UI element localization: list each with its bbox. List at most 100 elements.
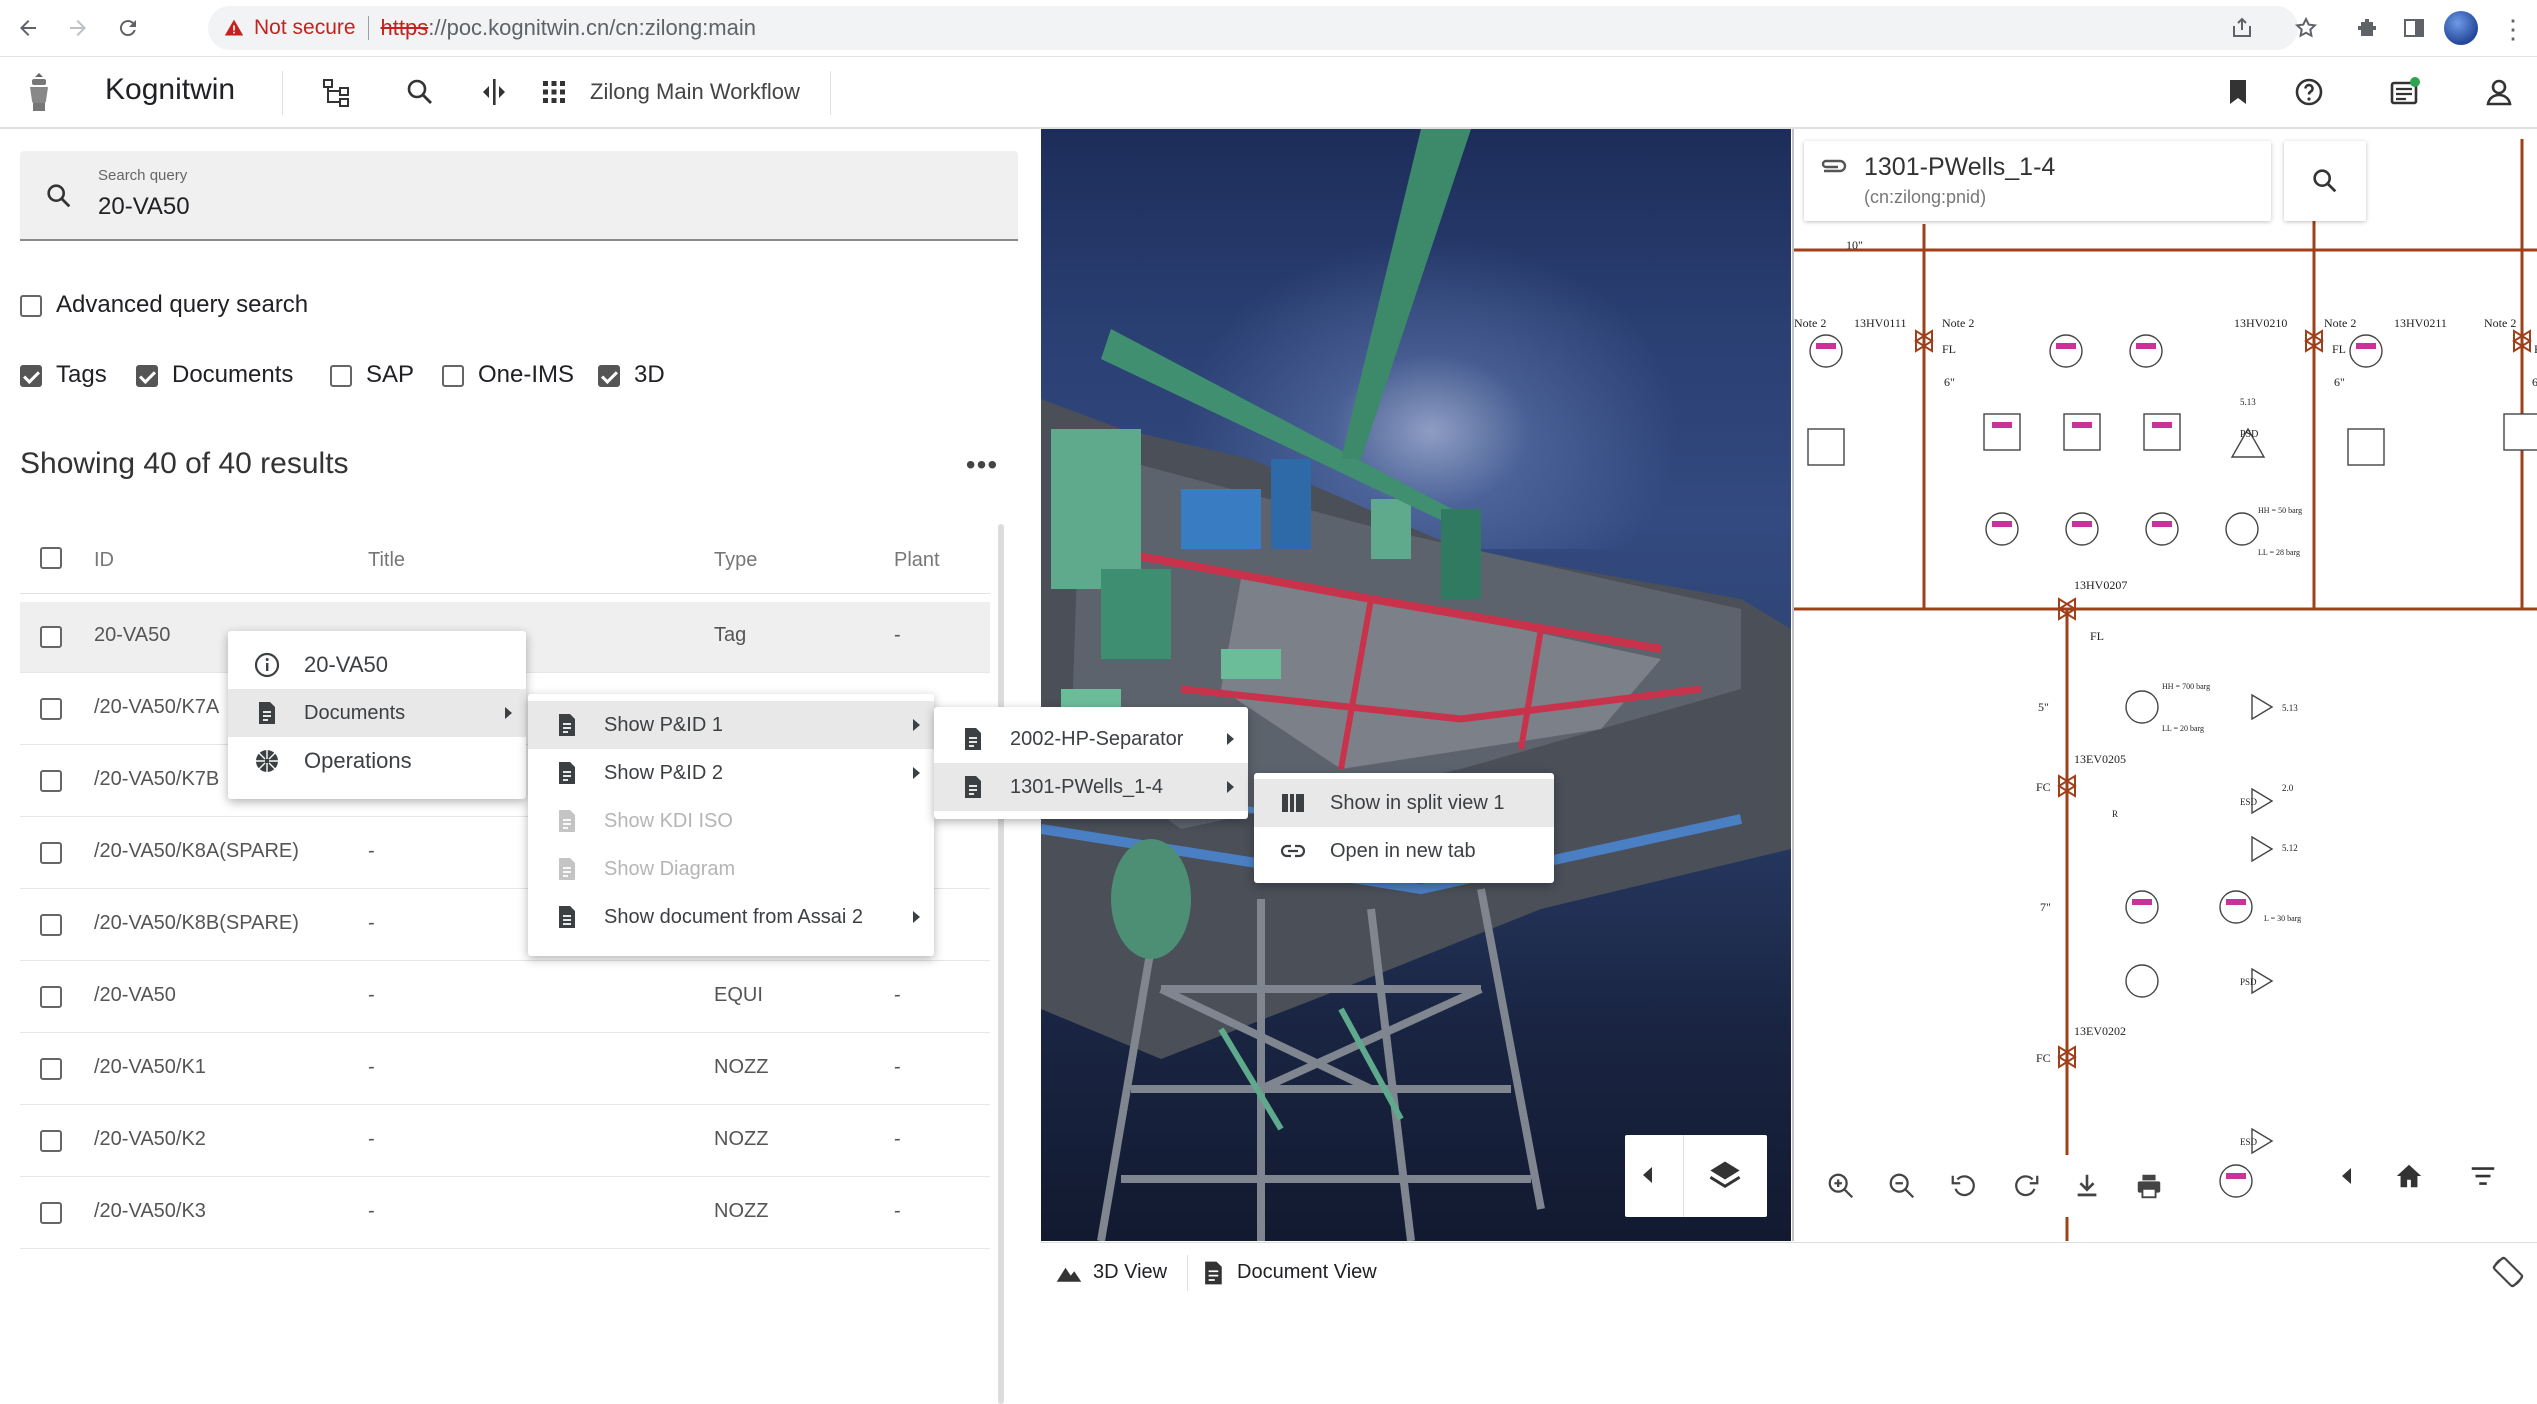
filter-checkbox-documents[interactable] [136,365,158,387]
search-field[interactable]: Search query 20-VA50 [20,151,1018,241]
filter-checkbox-3d[interactable] [598,365,620,387]
filter-checkbox-one-ims[interactable] [442,365,464,387]
advanced-search-checkbox[interactable] [20,295,42,317]
forward-icon[interactable] [58,8,98,48]
context-menu: 20-VA50 Documents Operations [228,631,526,799]
pid-label: Note 2 [1794,316,1826,330]
user-icon[interactable] [2475,68,2523,116]
security-status[interactable]: Not secure [254,16,356,40]
menu-item-operations[interactable]: Operations [228,737,526,785]
row-checkbox[interactable] [40,1202,62,1224]
table-row[interactable]: /20-VA50/K1 - NOZZ - [20,1034,990,1105]
download-icon[interactable] [2072,1171,2102,1201]
hierarchy-icon[interactable] [312,68,360,116]
bookmark-icon[interactable] [2214,68,2262,116]
table-row[interactable]: /20-VA50/K2 - NOZZ - [20,1106,990,1177]
row-id: 20-VA50 [94,624,171,646]
filter-icon[interactable] [2468,1161,2498,1191]
browser-menu-icon[interactable]: ⋮ [2500,14,2526,45]
document-viewer[interactable]: 10" Note 2 13HV0111 Note 2 13HV0210 Note… [1792,129,2537,1241]
app-header: Kognitwin Zilong Main Workflow [0,57,2537,129]
row-checkbox[interactable] [40,986,62,1008]
extensions-icon[interactable] [2355,16,2379,45]
address-bar[interactable]: Not secure https://poc.kognitwin.cn/cn:z… [208,6,2298,50]
rotate-right-icon[interactable] [2011,1171,2041,1201]
row-title: - [368,1056,375,1078]
document-header-card: 1301-PWells_1-4 (cn:zilong:pnid) [1804,141,2271,221]
menu-item-label: Show P&ID 1 [604,713,723,736]
profile-avatar[interactable] [2444,11,2478,45]
collapse-left-icon[interactable] [2341,1168,2351,1184]
pid-label: 6" [2532,375,2537,389]
zoom-in-icon[interactable] [1826,1171,1856,1201]
rotate-left-icon[interactable] [1949,1171,1979,1201]
filter-checkbox-sap[interactable] [330,365,352,387]
apps-grid-icon[interactable] [530,68,578,116]
advanced-search-toggle[interactable]: Advanced query search [20,291,420,321]
screen-rotation-icon[interactable] [2491,1255,2525,1289]
side-panel-icon[interactable] [2402,16,2426,45]
column-header-type[interactable]: Type [714,549,757,572]
row-checkbox[interactable] [40,698,62,720]
menu-item-show-in-split-view[interactable]: Show in split view 1 [1254,779,1554,827]
row-checkbox[interactable] [40,626,62,648]
table-row[interactable]: /20-VA50 - EQUI - [20,962,990,1033]
print-icon[interactable] [2134,1171,2164,1201]
home-icon[interactable] [2394,1161,2424,1191]
results-scrollbar[interactable] [998,524,1004,1404]
row-id: /20-VA50/K8A(SPARE) [94,840,299,862]
row-checkbox[interactable] [40,842,62,864]
search-input[interactable]: 20-VA50 [98,193,190,221]
submenu-arrow-icon [505,707,512,719]
document-icon [559,714,575,736]
column-header-plant[interactable]: Plant [894,549,940,572]
menu-item-show-pid-1[interactable]: Show P&ID 1 [528,701,934,749]
bookmark-star-icon[interactable] [2294,16,2318,45]
documents-submenu: Show P&ID 1 Show P&ID 2 Show KDI ISO Sho… [528,694,934,956]
share-icon[interactable] [2230,16,2254,45]
app-title[interactable]: Kognitwin [105,73,235,107]
workflow-name[interactable]: Zilong Main Workflow [590,79,800,105]
filter-checkbox-tags[interactable] [20,365,42,387]
reload-icon[interactable] [108,8,148,48]
help-icon[interactable] [2285,68,2333,116]
pid-label: R [2112,809,2118,819]
browser-toolbar: Not secure https://poc.kognitwin.cn/cn:z… [0,0,2537,57]
menu-item-documents[interactable]: Documents [228,689,526,737]
column-header-title[interactable]: Title [368,549,405,572]
document-search-button[interactable] [2284,141,2366,221]
collapse-left-icon[interactable] [1643,1167,1652,1183]
row-checkbox[interactable] [40,1058,62,1080]
row-checkbox[interactable] [40,770,62,792]
menu-item-1301-pwells[interactable]: 1301-PWells_1-4 [934,763,1248,811]
menu-item-label: Show Diagram [604,857,736,880]
tab-3d-view[interactable]: 3D View [1055,1243,1167,1302]
document-icon [1205,1261,1222,1284]
row-checkbox[interactable] [40,914,62,936]
3d-viewer[interactable] [1041,129,1791,1241]
results-count: Showing 40 of 40 results [20,447,349,480]
split-view-icon[interactable] [470,68,518,116]
row-plant: - [894,984,901,1006]
menu-item-tag[interactable]: 20-VA50 [228,641,526,689]
pid-label: 6" [1944,375,1955,389]
menu-item-open-in-new-tab[interactable]: Open in new tab [1254,827,1554,875]
layers-icon[interactable] [1707,1157,1743,1193]
more-options-icon[interactable]: ••• [960,445,1004,485]
select-all-checkbox[interactable] [40,547,62,569]
column-header-id[interactable]: ID [94,549,114,572]
zoom-out-icon[interactable] [1887,1171,1917,1201]
source-filters: Tags Documents SAP One-IMS 3D [20,361,720,393]
back-icon[interactable] [8,8,48,48]
menu-item-show-pid-2[interactable]: Show P&ID 2 [528,749,934,797]
menu-item-2002-hp-separator[interactable]: 2002-HP-Separator [934,715,1248,763]
row-id: /20-VA50/K7A [94,696,220,718]
notifications-icon[interactable] [2380,68,2428,116]
search-icon[interactable] [396,68,444,116]
menu-item-label: 20-VA50 [304,652,388,677]
tab-document-view[interactable]: Document View [1199,1243,1377,1302]
table-row[interactable]: /20-VA50/K3 - NOZZ - [20,1178,990,1249]
row-id: /20-VA50/K3 [94,1200,206,1222]
row-checkbox[interactable] [40,1130,62,1152]
menu-item-show-assai-document[interactable]: Show document from Assai 2 [528,893,934,941]
